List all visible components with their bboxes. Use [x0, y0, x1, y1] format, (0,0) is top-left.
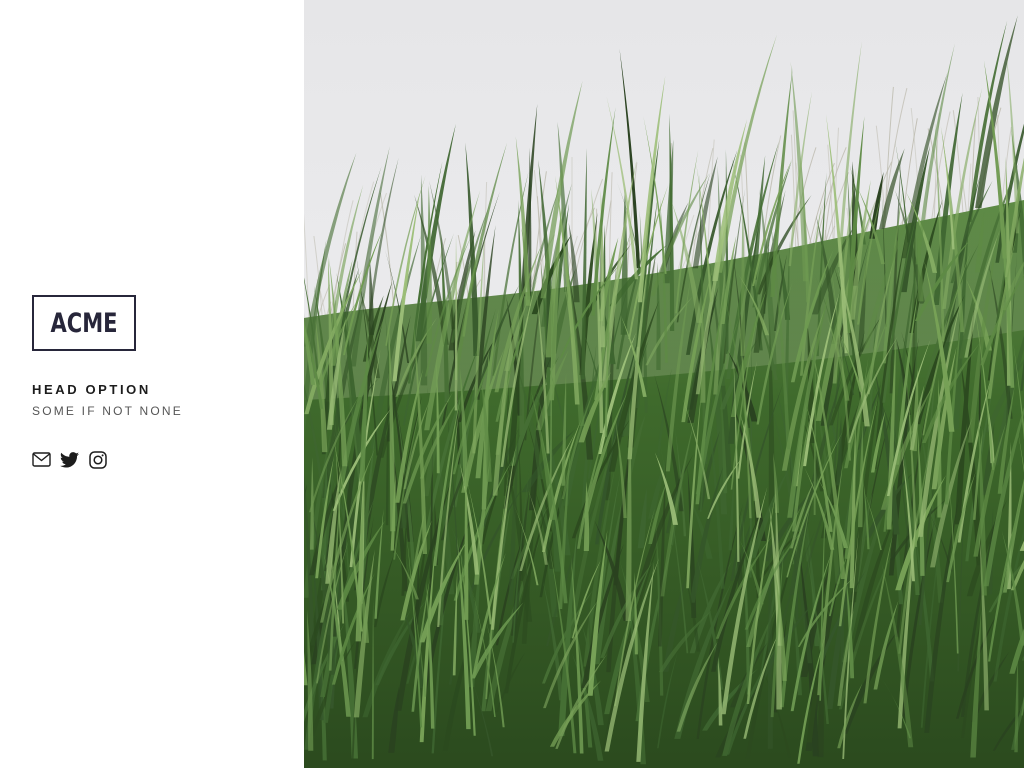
logo-text: ACME	[50, 307, 118, 339]
sidebar: ACME HEAD OPTION SOME IF NOT NONE	[0, 0, 304, 768]
page: ACME HEAD OPTION SOME IF NOT NONE	[0, 0, 1024, 768]
site-logo[interactable]: ACME	[32, 295, 136, 351]
hero-image	[304, 0, 1024, 768]
social-links	[32, 450, 107, 469]
mail-link[interactable]	[32, 450, 51, 469]
profile-subline: SOME IF NOT NONE	[32, 404, 183, 418]
twitter-icon	[60, 451, 79, 468]
mail-icon	[32, 452, 51, 467]
twitter-link[interactable]	[60, 450, 79, 469]
instagram-link[interactable]	[88, 450, 107, 469]
grass-photo	[304, 0, 1024, 768]
instagram-icon	[88, 450, 107, 469]
profile-headline: HEAD OPTION	[32, 382, 151, 397]
